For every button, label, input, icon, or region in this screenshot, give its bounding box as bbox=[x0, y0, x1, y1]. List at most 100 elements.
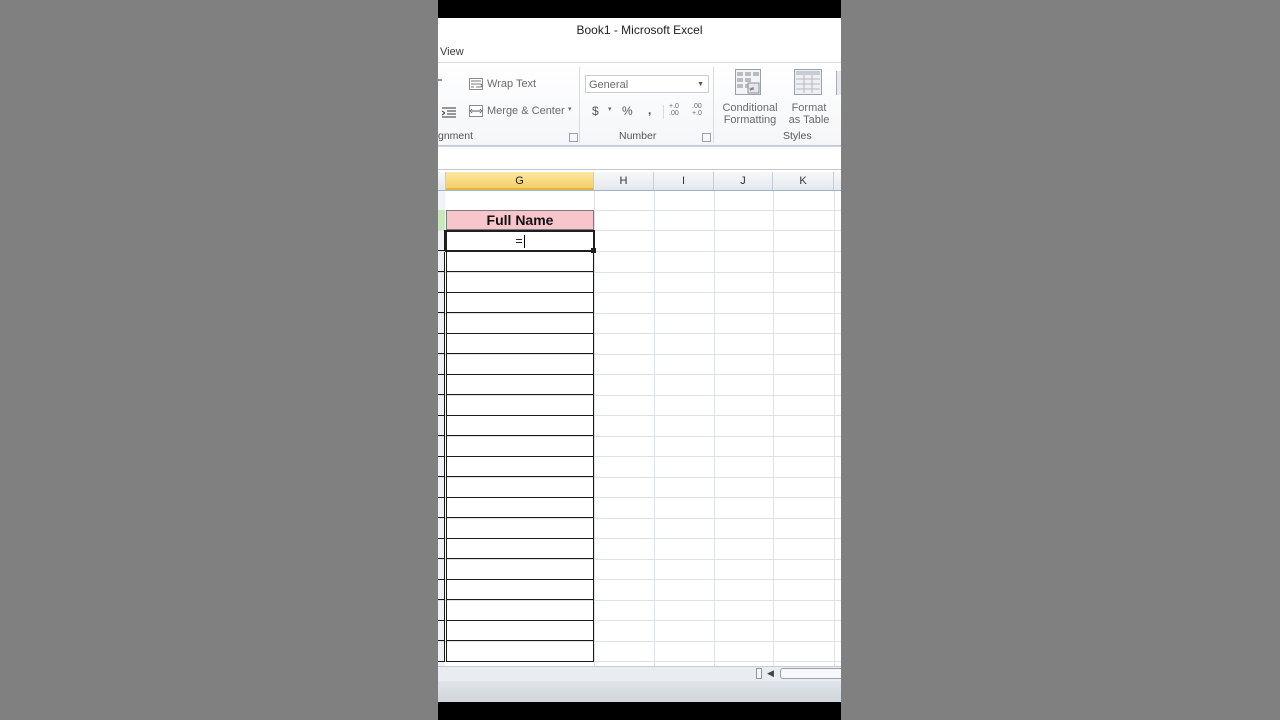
left-cell[interactable] bbox=[438, 621, 445, 641]
currency-dropdown-icon[interactable]: ▾ bbox=[608, 105, 612, 113]
left-cell[interactable] bbox=[438, 354, 445, 375]
decrease-decimal-button[interactable]: .00 +.0 bbox=[692, 103, 708, 117]
increase-decimal-button[interactable]: +.0 .00 bbox=[669, 103, 685, 117]
left-cell[interactable] bbox=[438, 395, 445, 416]
left-header-cell[interactable] bbox=[438, 210, 445, 230]
status-bar bbox=[438, 681, 841, 702]
bordered-cell[interactable] bbox=[446, 313, 594, 334]
full-name-header-cell[interactable]: Full Name bbox=[446, 210, 594, 230]
column-header-h[interactable]: H bbox=[594, 172, 654, 190]
left-cell[interactable] bbox=[438, 559, 445, 580]
bordered-cell[interactable] bbox=[446, 416, 594, 436]
ribbon-tabs: View bbox=[438, 42, 841, 62]
left-cell[interactable] bbox=[438, 641, 445, 662]
left-cell[interactable] bbox=[438, 334, 445, 354]
chevron-down-icon: ▼ bbox=[697, 81, 704, 88]
cell-styles-partial-icon[interactable] bbox=[836, 71, 841, 95]
comma-button[interactable]: , bbox=[648, 103, 651, 117]
left-cell[interactable] bbox=[438, 416, 445, 436]
currency-button[interactable]: $ bbox=[592, 104, 599, 118]
number-format-select[interactable]: General ▼ bbox=[585, 75, 709, 93]
text-caret bbox=[523, 235, 525, 249]
horizontal-scrollbar[interactable]: ◀ bbox=[438, 666, 841, 681]
bordered-cell[interactable] bbox=[446, 621, 594, 641]
bordered-cell[interactable] bbox=[446, 641, 594, 662]
gridline bbox=[834, 191, 835, 666]
bordered-cell[interactable] bbox=[446, 334, 594, 354]
column-header-partial[interactable] bbox=[438, 172, 446, 190]
number-launcher-icon[interactable] bbox=[702, 133, 711, 142]
active-cell-content: = bbox=[515, 234, 523, 248]
group-separator bbox=[663, 105, 664, 119]
group-separator bbox=[579, 67, 580, 143]
merge-center-button[interactable]: Merge & Center bbox=[487, 105, 565, 117]
bordered-cell[interactable] bbox=[446, 375, 594, 395]
column-header-k[interactable]: K bbox=[773, 172, 834, 190]
bordered-cell[interactable] bbox=[446, 293, 594, 313]
bordered-cell[interactable] bbox=[446, 600, 594, 621]
left-cell[interactable] bbox=[438, 293, 445, 313]
format-as-table-icon[interactable] bbox=[794, 69, 822, 95]
column-header-g[interactable]: G bbox=[446, 172, 594, 190]
number-format-value: General bbox=[589, 79, 629, 91]
left-cell[interactable] bbox=[438, 498, 445, 518]
styles-group-label: Styles bbox=[783, 130, 812, 142]
left-cell[interactable] bbox=[438, 457, 445, 477]
left-cell[interactable] bbox=[438, 518, 445, 539]
bordered-cell[interactable] bbox=[446, 457, 594, 477]
excel-window: Book1 - Microsoft Excel View Wrap Text M… bbox=[438, 18, 841, 702]
indent-icon[interactable] bbox=[441, 106, 456, 118]
formula-bar[interactable] bbox=[438, 146, 841, 170]
gridline bbox=[654, 191, 655, 666]
conditional-formatting-button[interactable]: Conditional Formatting bbox=[717, 102, 783, 126]
worksheet-grid[interactable]: G H I J K Full Name = bbox=[438, 172, 841, 666]
alignment-launcher-icon[interactable] bbox=[569, 133, 578, 142]
left-cell[interactable] bbox=[438, 313, 445, 334]
bordered-cell[interactable] bbox=[446, 354, 594, 375]
scroll-track[interactable] bbox=[780, 668, 841, 679]
format-as-table-button[interactable]: Format as Table bbox=[783, 102, 835, 126]
scroll-split-handle[interactable] bbox=[756, 668, 762, 679]
left-cell[interactable] bbox=[438, 580, 445, 600]
bordered-cell[interactable] bbox=[446, 559, 594, 580]
column-header-j[interactable]: J bbox=[714, 172, 773, 190]
bordered-cell[interactable] bbox=[446, 477, 594, 498]
bordered-cell[interactable] bbox=[446, 252, 594, 272]
percent-button[interactable]: % bbox=[622, 104, 633, 118]
left-cell[interactable] bbox=[438, 539, 445, 559]
left-cell[interactable] bbox=[438, 375, 445, 395]
arrow-partial-icon bbox=[438, 79, 442, 81]
gridline bbox=[594, 191, 595, 666]
bordered-cell[interactable] bbox=[446, 518, 594, 539]
bordered-cell[interactable] bbox=[446, 580, 594, 600]
bordered-cell[interactable] bbox=[446, 436, 594, 457]
left-cell[interactable] bbox=[438, 436, 445, 457]
wrap-text-button[interactable]: Wrap Text bbox=[487, 78, 536, 90]
format-as-table-label-2: as Table bbox=[788, 114, 830, 126]
active-cell[interactable]: = bbox=[445, 230, 595, 252]
left-cell[interactable] bbox=[438, 477, 445, 498]
conditional-formatting-icon[interactable]: ≠ bbox=[735, 69, 761, 95]
wrap-text-icon[interactable] bbox=[469, 77, 483, 90]
conditional-formatting-label-1: Conditional bbox=[722, 102, 778, 114]
number-group-label: Number bbox=[619, 130, 657, 142]
alignment-group-label: gnment bbox=[438, 130, 474, 142]
scroll-left-icon[interactable]: ◀ bbox=[767, 667, 774, 680]
merge-center-icon[interactable] bbox=[469, 104, 483, 117]
bordered-cell[interactable] bbox=[446, 395, 594, 416]
bordered-cell[interactable] bbox=[446, 539, 594, 559]
column-headers: G H I J K bbox=[438, 172, 841, 191]
column-header-i[interactable]: I bbox=[654, 172, 714, 190]
fill-handle[interactable] bbox=[591, 248, 596, 253]
left-cell[interactable] bbox=[438, 600, 445, 621]
bordered-cell[interactable] bbox=[446, 498, 594, 518]
tab-view[interactable]: View bbox=[440, 42, 464, 62]
left-cell[interactable] bbox=[438, 230, 445, 251]
ribbon: Wrap Text Merge & Center ▾ gnment Genera… bbox=[438, 62, 841, 146]
video-frame: Book1 - Microsoft Excel View Wrap Text M… bbox=[438, 0, 841, 720]
left-cell[interactable] bbox=[438, 272, 445, 293]
merge-center-dropdown-icon[interactable]: ▾ bbox=[568, 105, 572, 113]
bordered-cell[interactable] bbox=[446, 272, 594, 293]
group-separator bbox=[713, 67, 714, 143]
left-cell[interactable] bbox=[438, 252, 445, 272]
